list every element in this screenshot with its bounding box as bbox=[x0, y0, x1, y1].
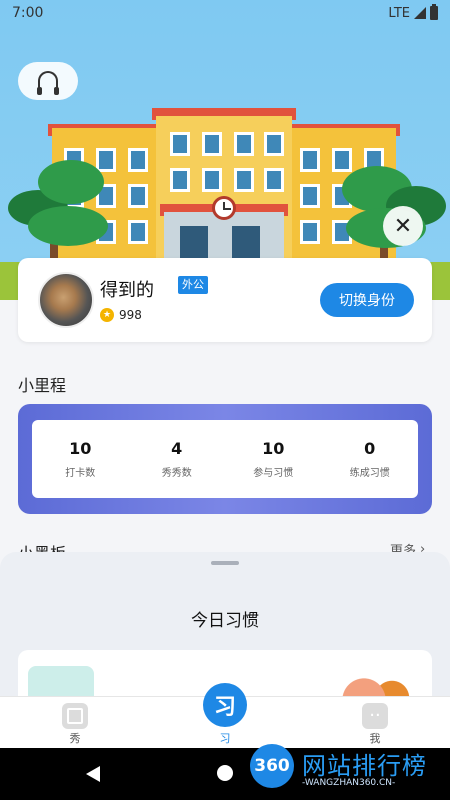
tab-show[interactable]: 秀 bbox=[0, 697, 150, 748]
stat-value: 10 bbox=[69, 439, 92, 458]
points-value: 998 bbox=[119, 308, 142, 322]
stat-joined-habits[interactable]: 10 参与习惯 bbox=[225, 420, 322, 498]
tab-label: 秀 bbox=[69, 732, 81, 745]
coin-icon: ★ bbox=[100, 308, 114, 322]
network-label: LTE bbox=[388, 5, 410, 21]
home-icon[interactable] bbox=[217, 765, 233, 781]
status-time: 7:00 bbox=[12, 5, 44, 21]
face-icon bbox=[362, 703, 388, 729]
stat-label: 秀秀数 bbox=[161, 468, 192, 479]
profile-name: 得到的 bbox=[100, 280, 154, 301]
habit-icon: 习 bbox=[203, 683, 247, 727]
tab-me[interactable]: 我 bbox=[300, 697, 450, 748]
points-display: ★ 998 bbox=[100, 308, 142, 322]
clock-icon bbox=[212, 196, 236, 220]
tab-habit[interactable]: 习 习 bbox=[150, 683, 300, 748]
stat-value: 10 bbox=[262, 439, 285, 458]
watermark-logo: 360 网站排行榜 -WANGZHAN360.CN- bbox=[250, 744, 450, 796]
tab-label: 习 bbox=[219, 732, 231, 745]
signal-icon bbox=[414, 7, 426, 19]
sheet-drag-handle[interactable] bbox=[211, 561, 239, 565]
close-button[interactable]: ✕ bbox=[383, 206, 423, 246]
watermark-text: 网站排行榜 bbox=[302, 752, 427, 780]
stat-value: 0 bbox=[364, 439, 376, 458]
mileage-panel: 10 打卡数 4 秀秀数 10 参与习惯 0 练成习惯 bbox=[18, 404, 432, 514]
switch-role-button[interactable]: 切换身份 bbox=[320, 283, 414, 317]
sheet-title: 今日习惯 bbox=[191, 611, 259, 631]
status-bar: 7:00 LTE bbox=[0, 0, 450, 26]
stat-value: 4 bbox=[171, 439, 183, 458]
stat-shows[interactable]: 4 秀秀数 bbox=[129, 420, 226, 498]
stat-checkins[interactable]: 10 打卡数 bbox=[32, 420, 129, 498]
bottom-tab-bar: 秀 习 习 我 bbox=[0, 683, 450, 748]
headset-icon bbox=[37, 71, 59, 95]
watermark-subtext: -WANGZHAN360.CN- bbox=[302, 778, 396, 788]
battery-icon bbox=[430, 4, 438, 20]
header-illustration bbox=[0, 0, 450, 300]
stat-label: 参与习惯 bbox=[253, 468, 294, 479]
stat-formed-habits[interactable]: 0 练成习惯 bbox=[322, 420, 419, 498]
watermark-badge: 360 bbox=[250, 744, 294, 788]
habit-illustration bbox=[340, 676, 420, 696]
book-icon bbox=[62, 703, 88, 729]
stat-label: 打卡数 bbox=[65, 468, 96, 479]
role-badge: 外公 bbox=[178, 276, 208, 294]
close-icon: ✕ bbox=[393, 213, 413, 239]
back-icon[interactable] bbox=[86, 766, 100, 782]
stat-label: 练成习惯 bbox=[349, 468, 390, 479]
today-habits-sheet[interactable]: 今日习惯 bbox=[0, 552, 450, 696]
mileage-title: 小里程 bbox=[18, 376, 67, 395]
customer-service-button[interactable] bbox=[18, 62, 78, 100]
habit-thumbnail bbox=[28, 666, 94, 696]
avatar[interactable] bbox=[38, 272, 94, 328]
profile-card: 得到的 外公 ★ 998 切换身份 bbox=[18, 258, 432, 342]
